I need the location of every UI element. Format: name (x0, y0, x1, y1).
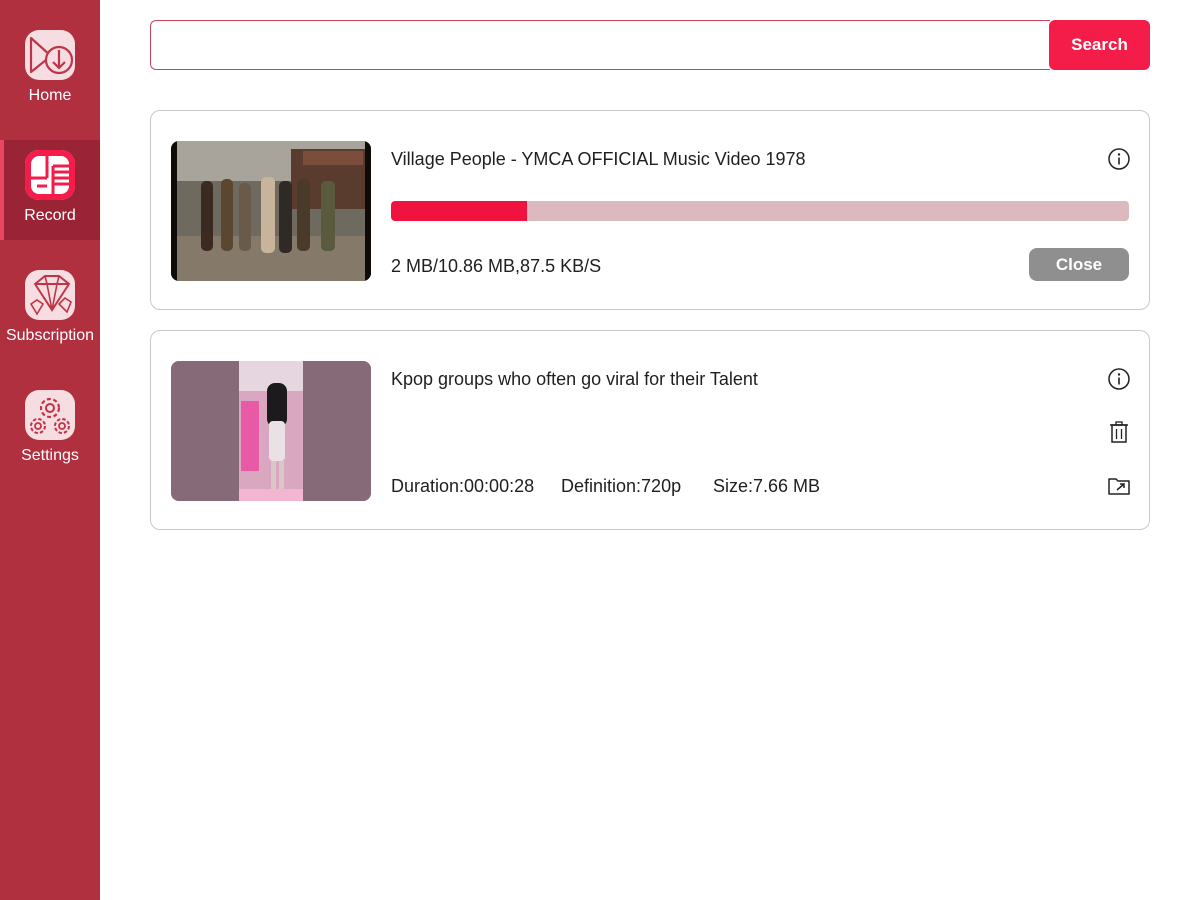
sidebar: Home Record Subscription Settings (0, 0, 100, 900)
gear-icon (25, 390, 75, 440)
video-title: Village People - YMCA OFFICIAL Music Vid… (391, 149, 806, 169)
download-card-ymca: Village People - YMCA OFFICIAL Music Vid… (150, 110, 1150, 310)
nav-label-settings: Settings (21, 447, 79, 464)
nav-item-home[interactable]: Home (0, 20, 100, 120)
nav-item-record[interactable]: Record (0, 140, 100, 240)
nav-item-settings[interactable]: Settings (0, 380, 100, 480)
video-title: Kpop groups who often go viral for their… (391, 369, 758, 389)
download-video-icon (25, 30, 75, 80)
search-button[interactable]: Search (1049, 20, 1150, 70)
nav-label-subscription: Subscription (5, 327, 95, 344)
video-size: Size:7.66 MB (713, 476, 821, 496)
search-bar: Search (150, 20, 1150, 70)
info-icon[interactable] (1107, 147, 1131, 171)
video-duration: Duration:00:00:28 (391, 476, 535, 496)
download-card-kpop: Kpop groups who often go viral for their… (150, 330, 1150, 530)
info-icon[interactable] (1107, 367, 1131, 391)
download-progress-fill (391, 201, 527, 221)
nav-label-home: Home (28, 87, 72, 104)
download-progress-bar (391, 201, 1129, 221)
search-input[interactable] (150, 20, 1050, 70)
open-folder-icon[interactable] (1107, 474, 1131, 498)
close-button[interactable]: Close (1029, 248, 1129, 281)
video-thumbnail-kpop (171, 361, 371, 501)
download-progress-text: 2 MB/10.86 MB,87.5 KB/S (391, 256, 602, 276)
nav-item-subscription[interactable]: Subscription (0, 260, 100, 360)
diamond-icon (25, 270, 75, 320)
video-definition: Definition:720p (561, 476, 682, 496)
trash-icon[interactable] (1107, 420, 1131, 444)
record-list-icon (25, 150, 75, 200)
video-thumbnail-ymca (171, 141, 371, 281)
nav-label-record: Record (24, 207, 76, 224)
